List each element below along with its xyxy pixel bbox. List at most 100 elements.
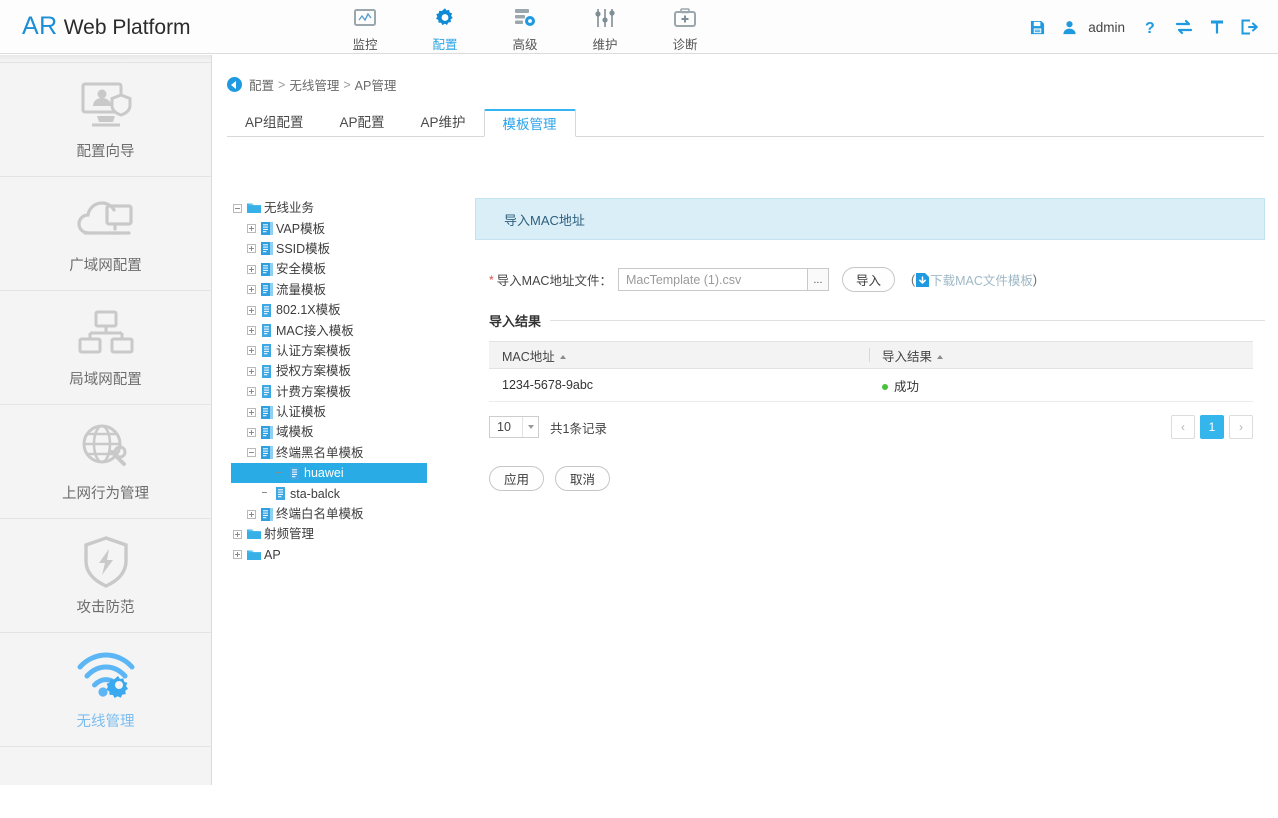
column-header-result[interactable]: 导入结果 [869, 341, 1253, 369]
panel-title-bar: 导入MAC地址 [475, 198, 1265, 240]
tab-template-management[interactable]: 模板管理 [483, 109, 576, 137]
cell-result: 成功 [869, 368, 1253, 402]
tree-node-[interactable]: 计费方案模板 [231, 382, 479, 402]
import-result-table: MAC地址 导入结果 1234-5678-9abc 成功 [489, 341, 1253, 402]
page-button-1[interactable]: 1 [1200, 415, 1224, 439]
tree-node-vap[interactable]: VAP模板 [231, 218, 479, 238]
collapse-icon[interactable] [247, 448, 256, 458]
tree-node-mac[interactable]: MAC接入模板 [231, 320, 479, 340]
primary-navigation: 监控 配置 高级 维护 诊断 [325, 3, 725, 53]
expand-icon[interactable] [247, 509, 256, 519]
file-import-row: * 导入MAC地址文件： ... 导入 ( 下载MAC文件模板 ) [489, 267, 1265, 292]
logout-icon[interactable] [1241, 19, 1258, 35]
expand-icon[interactable] [247, 326, 256, 336]
tree-node-label: 认证方案模板 [276, 343, 352, 358]
template-doc-icon [289, 466, 301, 480]
expand-icon[interactable] [247, 244, 256, 254]
tree-node-[interactable]: 认证模板 [231, 402, 479, 422]
nav-item-monitor[interactable]: 监控 [325, 3, 405, 53]
nav-item-advanced[interactable]: 高级 [485, 3, 565, 53]
tree-node-[interactable]: 终端黑名单模板 [231, 443, 479, 463]
tree-node-[interactable]: 域模板 [231, 422, 479, 442]
template-doc-icon [261, 303, 273, 317]
header-utility-area: admin ? [1030, 0, 1258, 54]
mac-file-input[interactable] [617, 268, 808, 291]
expand-icon[interactable] [247, 366, 256, 376]
expand-icon[interactable] [233, 529, 242, 539]
chevron-down-icon[interactable] [522, 417, 538, 437]
expand-icon[interactable] [247, 407, 256, 417]
template-blue-icon [261, 446, 273, 460]
sort-asc-icon[interactable] [937, 354, 944, 359]
nav-label: 高级 [512, 38, 538, 52]
tree-node-[interactable]: 认证方案模板 [231, 341, 479, 361]
template-blue-icon [261, 405, 273, 419]
sidebar-item-wizard[interactable]: 配置向导 [0, 63, 211, 177]
column-header-mac[interactable]: MAC地址 [489, 341, 869, 369]
page-size-select[interactable]: 10 [489, 416, 539, 438]
sidebar-item-internet-behavior[interactable]: 上网行为管理 [0, 405, 211, 519]
sidebar-item-label: 无线管理 [76, 714, 135, 730]
sidebar-item-lan[interactable]: 局域网配置 [0, 291, 211, 405]
tab-ap-config[interactable]: AP配置 [322, 109, 403, 137]
breadcrumb-part-1[interactable]: 无线管理 [289, 75, 339, 94]
lan-icon [77, 306, 135, 362]
download-icon[interactable] [916, 272, 930, 287]
save-icon[interactable] [1030, 20, 1045, 35]
tree-node-ap[interactable]: AP [231, 545, 479, 565]
expand-icon[interactable] [247, 346, 256, 356]
tree-node-[interactable]: 授权方案模板 [231, 361, 479, 381]
tree-node-802-1x[interactable]: 802.1X模板 [231, 300, 479, 320]
prev-page-button[interactable]: ‹ [1171, 415, 1195, 439]
tree-node-label: 流量模板 [276, 282, 327, 297]
sidebar-item-wan[interactable]: 广域网配置 [0, 177, 211, 291]
tab-ap-group-config[interactable]: AP组配置 [227, 109, 322, 137]
nav-item-maintenance[interactable]: 维护 [565, 3, 645, 53]
tab-ap-maintenance[interactable]: AP维护 [403, 109, 484, 137]
tree-node-huawei[interactable]: huawei [231, 463, 427, 484]
tree-node-label: 终端白名单模板 [276, 507, 364, 522]
paren-close: ) [1032, 272, 1038, 287]
expand-icon[interactable] [247, 387, 256, 397]
expand-icon[interactable] [247, 427, 256, 437]
template-blue-icon [261, 283, 273, 297]
tree-node-[interactable]: 无线业务 [231, 198, 479, 218]
expand-icon[interactable] [247, 224, 256, 234]
pagination-bar: 10 共1条记录 ‹ 1 › [489, 415, 1253, 439]
tree-node-ssid[interactable]: SSID模板 [231, 239, 479, 259]
result-text: 成功 [894, 379, 920, 394]
tree-node-sta-balck[interactable]: sta-balck [231, 483, 479, 503]
logo-primary-text: AR [22, 12, 58, 40]
nav-item-diagnose[interactable]: 诊断 [645, 3, 725, 53]
pin-icon[interactable] [1210, 19, 1224, 35]
switch-icon[interactable] [1175, 19, 1193, 35]
table-header-row: MAC地址 导入结果 [489, 341, 1253, 369]
browse-button[interactable]: ... [807, 268, 829, 291]
breadcrumb-part-0[interactable]: 配置 [249, 75, 274, 94]
sidebar-item-attack-defense[interactable]: 攻击防范 [0, 519, 211, 633]
sidebar-item-label: 配置向导 [76, 144, 135, 160]
sidebar-item-wireless-management[interactable]: 无线管理 [0, 633, 211, 747]
template-doc-icon [275, 487, 287, 501]
tree-spacer [275, 469, 284, 478]
apply-button[interactable]: 应用 [489, 466, 545, 491]
tree-node-[interactable]: 射频管理 [231, 524, 479, 544]
back-arrow-icon[interactable] [227, 77, 242, 92]
download-template-link[interactable]: 下载MAC文件模板 [930, 270, 1033, 289]
user-icon[interactable] [1062, 20, 1077, 35]
expand-icon[interactable] [233, 550, 242, 560]
table-row[interactable]: 1234-5678-9abc 成功 [489, 368, 1253, 402]
expand-icon[interactable] [247, 285, 256, 295]
expand-icon[interactable] [247, 305, 256, 315]
next-page-button[interactable]: › [1229, 415, 1253, 439]
nav-item-config[interactable]: 配置 [405, 3, 485, 53]
help-icon[interactable]: ? [1142, 19, 1158, 36]
tree-node-[interactable]: 终端白名单模板 [231, 504, 479, 524]
tree-node-[interactable]: 安全模板 [231, 259, 479, 279]
tree-node-[interactable]: 流量模板 [231, 280, 479, 300]
collapse-icon[interactable] [233, 203, 242, 213]
import-button[interactable]: 导入 [841, 267, 895, 292]
cancel-button[interactable]: 取消 [555, 466, 611, 491]
sort-asc-icon[interactable] [559, 354, 566, 359]
expand-icon[interactable] [247, 264, 256, 274]
